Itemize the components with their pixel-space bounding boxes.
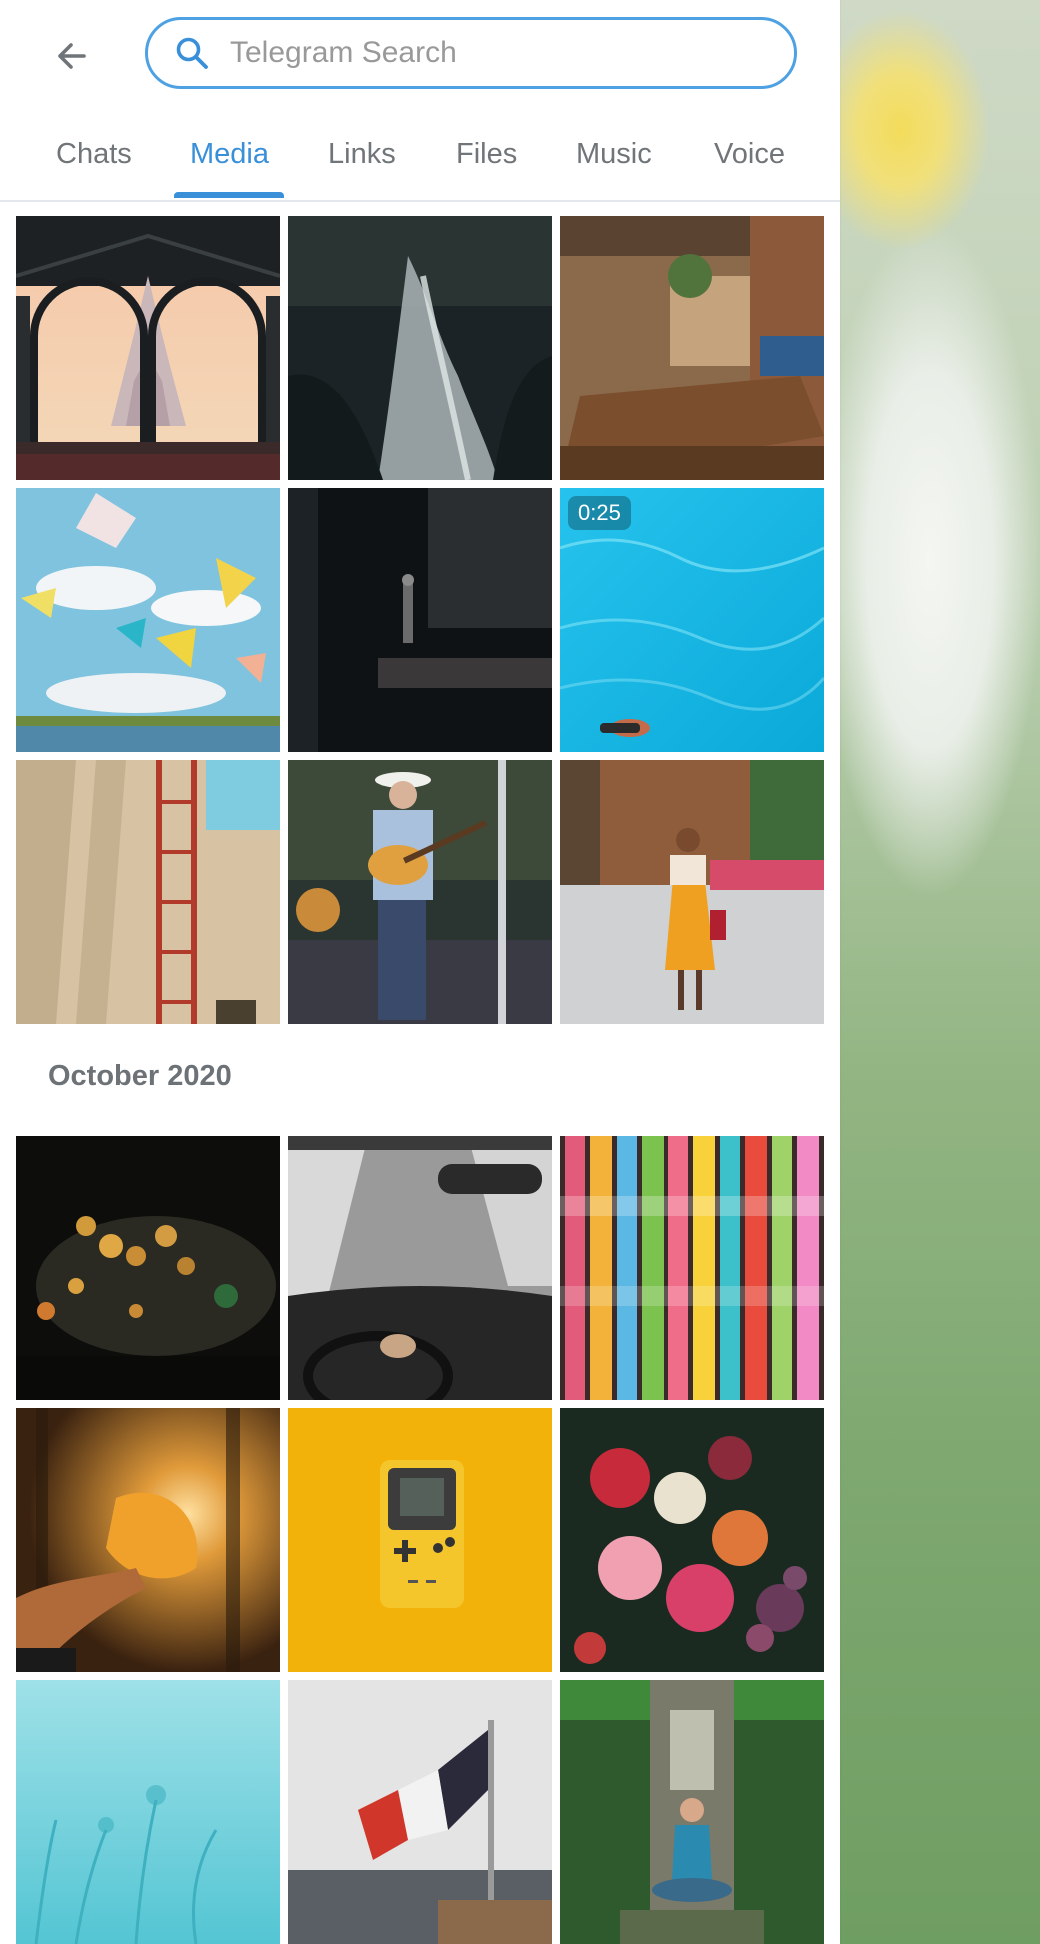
media-thumbnail-autumn-leaf[interactable] (16, 1408, 280, 1672)
media-thumbnail-grass-sky[interactable] (16, 1680, 280, 1944)
search-field[interactable] (145, 17, 797, 89)
media-thumbnail-woman-street[interactable] (560, 760, 824, 1024)
media-thumbnail-restaurant[interactable] (560, 216, 824, 480)
media-thumbnail-umbrellas[interactable] (16, 488, 280, 752)
media-thumbnail-castle[interactable] (16, 216, 280, 480)
search-icon (170, 31, 214, 75)
tab-files[interactable]: Files (456, 138, 517, 171)
media-thumbnail-mushrooms[interactable] (16, 1136, 280, 1400)
media-thumbnail-waterfall[interactable] (288, 216, 552, 480)
search-input[interactable] (228, 35, 752, 71)
media-section-title: October 2020 (48, 1060, 232, 1092)
arrow-left-icon (58, 43, 86, 69)
media-thumbnail-flag-ship[interactable] (288, 1680, 552, 1944)
tab-media[interactable]: Media (190, 138, 269, 171)
active-tab-indicator (174, 192, 284, 198)
search-panel: Chats Media Links Files Music Voice (0, 0, 840, 1944)
search-header (0, 0, 840, 112)
back-button[interactable] (40, 30, 104, 82)
tab-voice[interactable]: Voice (714, 138, 785, 171)
tab-chats[interactable]: Chats (56, 138, 132, 171)
media-thumbnail-game-boy[interactable] (288, 1408, 552, 1672)
media-thumbnail-flowers-fruit[interactable] (560, 1408, 824, 1672)
media-video-swimming-pool[interactable]: 0:25 (560, 488, 824, 752)
blurred-background (840, 0, 1040, 1944)
media-thumbnail-yoga-garden[interactable] (560, 1680, 824, 1944)
search-tabs: Chats Media Links Files Music Voice (0, 120, 840, 202)
media-thumbnail-wall-ladder[interactable] (16, 760, 280, 1024)
video-duration-badge: 0:25 (568, 496, 631, 530)
media-thumbnail-paper-cranes[interactable] (560, 1136, 824, 1400)
media-thumbnail-building-shadow[interactable] (288, 488, 552, 752)
tab-music[interactable]: Music (576, 138, 652, 171)
media-thumbnail-car-snow[interactable] (288, 1136, 552, 1400)
media-thumbnail-guitarist[interactable] (288, 760, 552, 1024)
tab-links[interactable]: Links (328, 138, 396, 171)
